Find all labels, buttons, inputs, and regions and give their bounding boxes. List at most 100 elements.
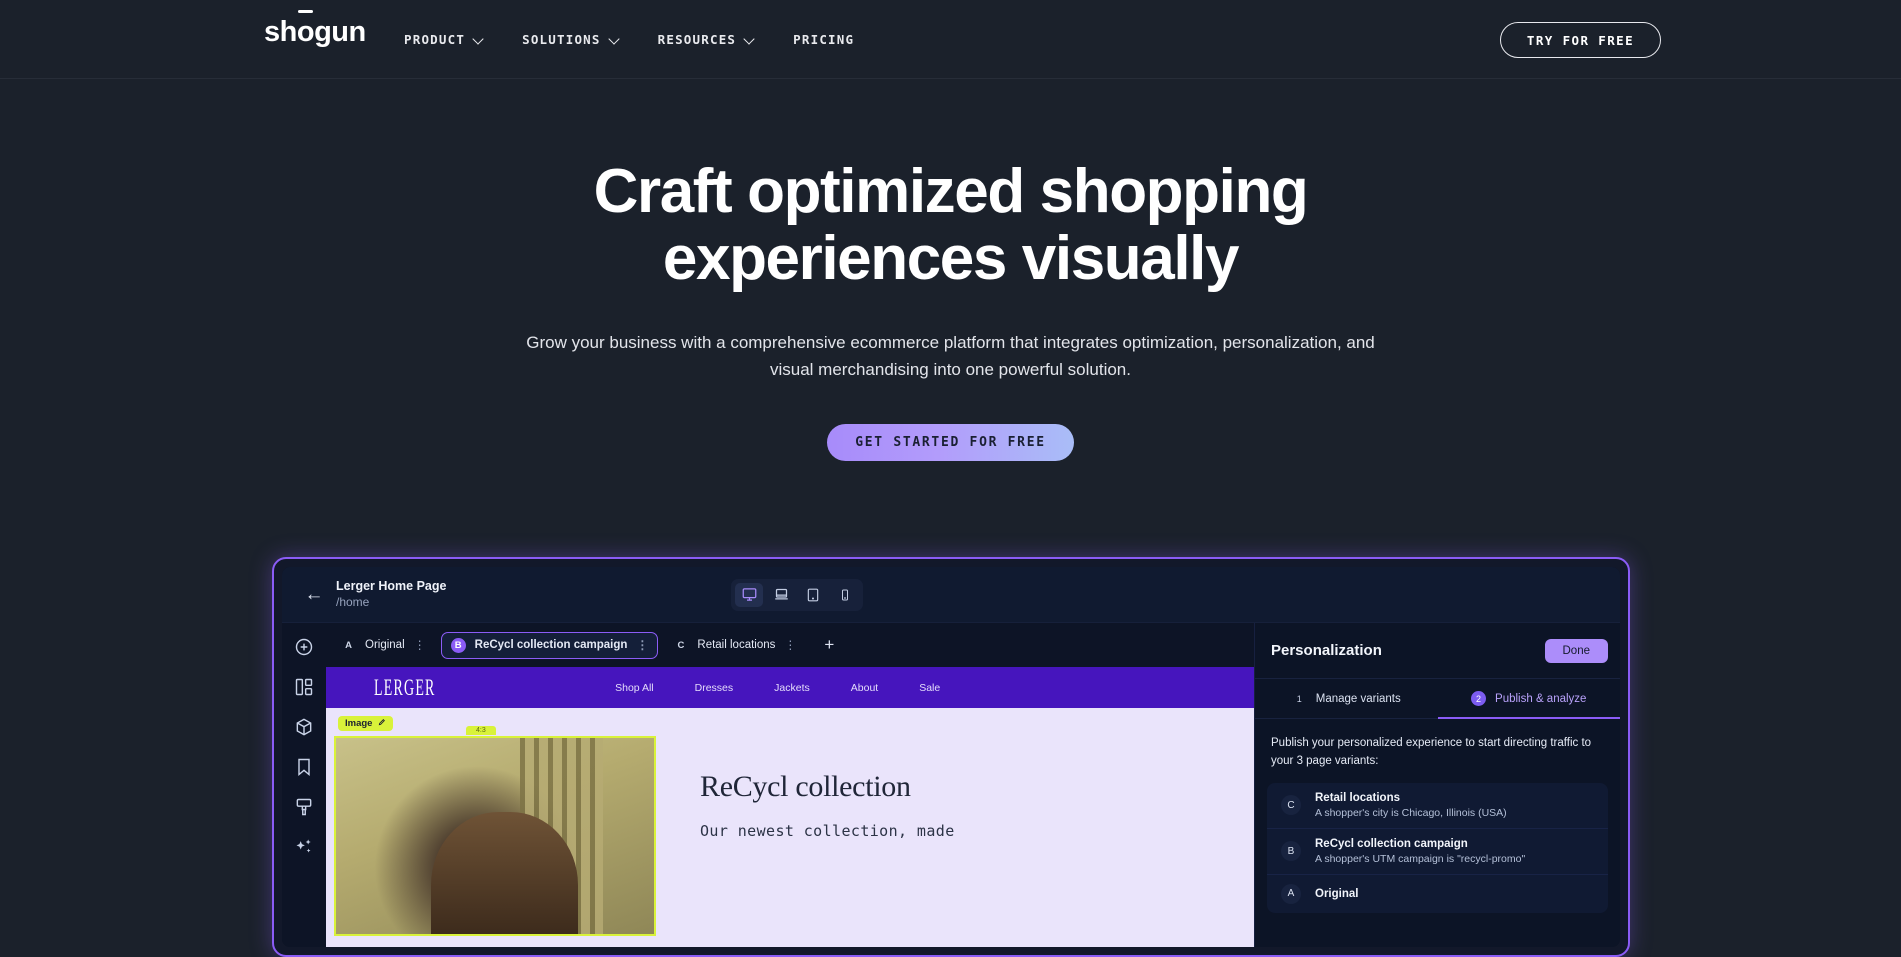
nav-item-solutions[interactable]: SOLUTIONS: [522, 32, 620, 47]
variant-label: ReCycl collection campaign: [474, 639, 628, 651]
shogun-logo[interactable]: shogun: [264, 18, 366, 47]
chevron-down-icon: [610, 34, 620, 44]
storefront-subheading: Our newest collection, made: [700, 822, 955, 840]
get-started-button[interactable]: GET STARTED FOR FREE: [827, 423, 1074, 461]
image-element-badge[interactable]: Image: [338, 716, 394, 731]
variant-text: Retail locations A shopper's city is Chi…: [1315, 792, 1507, 819]
variant-letter: A: [1281, 883, 1301, 904]
editor-page-path: /home: [336, 594, 370, 609]
store-nav-about[interactable]: About: [851, 682, 878, 694]
hero-copy-block: ReCycl collection Our newest collection,…: [700, 770, 1244, 840]
nav-item-product[interactable]: PRODUCT: [404, 32, 484, 47]
mobile-icon[interactable]: [831, 583, 859, 607]
store-nav-dresses[interactable]: Dresses: [695, 682, 734, 694]
panel-title: Personalization: [1271, 642, 1382, 659]
nav-label: SOLUTIONS: [522, 32, 601, 47]
variant-name: Original: [1315, 887, 1359, 900]
editor-canvas-column: A Original ⋮ B ReCycl collection campaig…: [326, 623, 1254, 947]
step-number: 2: [1471, 691, 1487, 706]
variant-text: ReCycl collection campaign A shopper's U…: [1315, 838, 1525, 865]
variant-label: Original: [365, 639, 405, 651]
nav-label: PRICING: [793, 32, 855, 47]
tab-manage-variants[interactable]: 1 Manage variants: [1255, 679, 1438, 718]
store-nav-shop-all[interactable]: Shop All: [615, 682, 654, 694]
hero-subtext: Grow your business with a comprehensive …: [526, 332, 1375, 380]
publish-description: Publish your personalized experience to …: [1271, 737, 1592, 767]
desktop-icon[interactable]: [735, 582, 763, 607]
laptop-icon[interactable]: [767, 583, 795, 607]
panel-tabs: 1 Manage variants 2 Publish & analyze: [1255, 679, 1620, 719]
variant-letter: C: [1281, 795, 1301, 816]
paint-roller-icon[interactable]: [294, 797, 314, 817]
store-nav-jackets[interactable]: Jackets: [774, 682, 810, 694]
done-button[interactable]: Done: [1544, 638, 1608, 663]
site-header: shogun PRODUCT SOLUTIONS RESOURCES PRICI…: [0, 0, 1901, 79]
variant-label: Retail locations: [697, 639, 776, 651]
variant-letter: A: [345, 639, 352, 651]
selection-size-tag: 4:3: [466, 726, 496, 735]
app-preview-frame: ← Lerger Home Page /home A Original ⋮ B …: [272, 557, 1630, 957]
hero-image-placeholder[interactable]: [334, 736, 656, 936]
plus-circle-icon[interactable]: [294, 637, 314, 657]
more-options-icon[interactable]: ⋮: [784, 639, 796, 651]
list-item[interactable]: C Retail locations A shopper's city is C…: [1267, 783, 1608, 828]
variant-name: ReCycl collection campaign: [1315, 837, 1468, 850]
tablet-icon[interactable]: [799, 583, 827, 607]
bookmark-icon[interactable]: [294, 757, 314, 777]
nav-label: RESOURCES: [657, 32, 737, 47]
hero-section: Craft optimized shopping experiences vis…: [0, 79, 1901, 461]
step-number: 1: [1296, 693, 1302, 704]
variant-condition: A shopper's city is Chicago, Illinois (U…: [1315, 806, 1507, 819]
heading-line-2: experiences visually: [662, 223, 1240, 293]
hero-cta-wrap: GET STARTED FOR FREE: [0, 423, 1901, 461]
storefront-nav-links: Shop All Dresses Jackets About Sale: [615, 682, 940, 694]
storefront-hero: Image 4:3 ReCycl collection Our newest c…: [326, 708, 1254, 947]
box-3d-icon[interactable]: [294, 717, 314, 737]
list-item[interactable]: A Original: [1267, 873, 1608, 913]
editor-page-title: Lerger Home Page: [336, 579, 447, 594]
page-meta: Lerger Home Page /home: [336, 579, 446, 610]
editor-topbar: ← Lerger Home Page /home: [282, 567, 1620, 623]
pencil-icon[interactable]: [378, 718, 386, 729]
add-variant-button[interactable]: +: [815, 632, 843, 659]
variant-letter: B: [450, 637, 466, 653]
personalization-panel: Personalization Done 1 Manage variants 2…: [1254, 623, 1620, 947]
more-options-icon[interactable]: ⋮: [636, 639, 648, 651]
tab-label: Publish & analyze: [1495, 692, 1587, 705]
main-nav: PRODUCT SOLUTIONS RESOURCES PRICING: [404, 0, 854, 79]
heading-line-1: Craft optimized shopping: [593, 157, 1309, 226]
device-toggle-group: [731, 578, 863, 611]
nav-label: PRODUCT: [404, 32, 466, 47]
chevron-down-icon: [474, 34, 484, 44]
chevron-down-icon: [745, 34, 755, 44]
nav-item-resources[interactable]: RESOURCES: [658, 32, 756, 47]
variant-list: C Retail locations A shopper's city is C…: [1267, 782, 1608, 913]
badge-label: Image: [345, 718, 373, 729]
variant-tab-b[interactable]: B ReCycl collection campaign ⋮: [440, 631, 659, 659]
more-options-icon[interactable]: ⋮: [414, 639, 426, 651]
tab-publish-analyze[interactable]: 2 Publish & analyze: [1437, 679, 1621, 719]
variant-letter: C: [677, 639, 685, 651]
variant-tab-a[interactable]: A Original ⋮: [332, 632, 435, 659]
sections-layout-icon[interactable]: [294, 677, 314, 697]
storefront-preview: LERGER Shop All Dresses Jackets About Sa…: [326, 667, 1254, 947]
variant-condition: A shopper's UTM campaign is "recycl-prom…: [1315, 852, 1526, 865]
storefront-nav: LERGER Shop All Dresses Jackets About Sa…: [326, 667, 1254, 708]
storefront-logo: LERGER: [374, 674, 436, 700]
editor-tool-rail: [282, 623, 326, 947]
try-for-free-button[interactable]: TRY FOR FREE: [1499, 22, 1661, 58]
nav-item-pricing[interactable]: PRICING: [793, 32, 854, 47]
tab-label: Manage variants: [1315, 692, 1401, 705]
storefront-heading: ReCycl collection: [700, 770, 911, 803]
app-window: ← Lerger Home Page /home A Original ⋮ B …: [282, 567, 1620, 947]
page-title: Craft optimized shopping experiences vis…: [521, 157, 1381, 293]
variant-tab-c[interactable]: C Retail locations ⋮: [664, 632, 805, 659]
variant-name: Retail locations: [1315, 791, 1400, 804]
sparkles-icon[interactable]: [294, 837, 314, 857]
store-nav-sale[interactable]: Sale: [919, 682, 940, 694]
list-item[interactable]: B ReCycl collection campaign A shopper's…: [1267, 827, 1608, 874]
variant-letter: B: [1281, 841, 1301, 862]
variant-text: Original: [1315, 888, 1358, 900]
arrow-left-icon[interactable]: ←: [292, 584, 336, 606]
editor-body: A Original ⋮ B ReCycl collection campaig…: [282, 623, 1620, 947]
